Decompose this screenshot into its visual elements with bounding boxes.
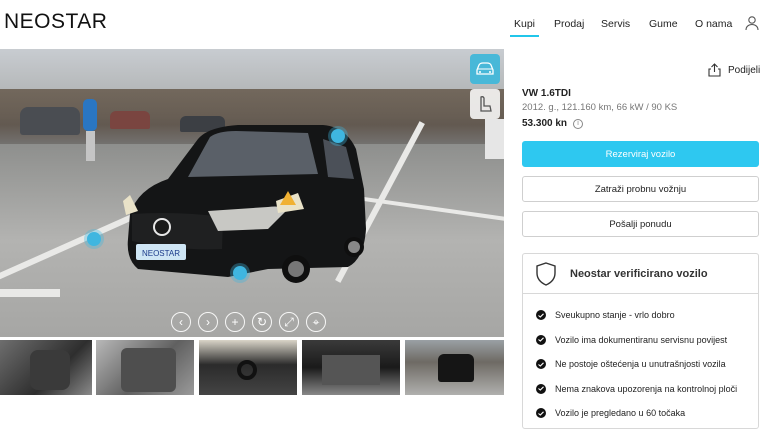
thumbnail-dashboard[interactable] (199, 340, 297, 395)
shield-icon (536, 261, 556, 286)
checklist-label: Vozilo je pregledano u 60 točaka (555, 408, 686, 419)
user-icon[interactable] (744, 15, 760, 31)
list-item: Sveukupno stanje - vrlo dobro (536, 303, 758, 328)
thumbnail-trunk[interactable] (302, 340, 400, 395)
hotspot-marker[interactable] (87, 232, 101, 246)
car-exterior-icon (476, 62, 494, 75)
share-label: Podijeli (728, 64, 761, 76)
list-item: Vozilo je pregledano u 60 točaka (536, 401, 758, 426)
check-icon (536, 408, 546, 419)
gallery-controls: ‹ › + ↻ ⤢ ⌖ (171, 312, 326, 332)
site-header: NEOSTAR Kupi Prodaj Servis Gume O nama (0, 0, 765, 48)
verified-header: Neostar verificirano vozilo (523, 254, 758, 294)
nav-item-servis[interactable]: Servis (601, 18, 630, 30)
nav-item-o-nama[interactable]: O nama (695, 18, 732, 30)
main-car-photo[interactable]: NEOSTAR ‹ › + ↻ ⤢ ⌖ (0, 49, 504, 337)
info-icon[interactable]: i (573, 118, 584, 129)
reserve-vehicle-button[interactable]: Rezerviraj vozilo (522, 141, 759, 167)
nav-item-kupi[interactable]: Kupi (509, 18, 540, 37)
thumbnail-interior-front[interactable] (0, 340, 92, 395)
license-plate-text: NEOSTAR (142, 249, 180, 258)
rotate-icon[interactable]: ↻ (252, 312, 272, 332)
request-test-drive-button[interactable]: Zatraži probnu vožnju (522, 176, 759, 202)
hotspot-marker[interactable] (233, 266, 247, 280)
verification-checklist: Sveukupno stanje - vrlo dobro Vozilo ima… (523, 294, 758, 426)
car-exterior-view-button[interactable] (470, 54, 500, 84)
check-icon (536, 334, 546, 345)
nav-item-gume[interactable]: Gume (649, 18, 678, 30)
location-icon[interactable]: ⌖ (306, 312, 326, 332)
plus-icon[interactable]: + (225, 312, 245, 332)
list-item: Vozilo ima dokumentiranu servisnu povije… (536, 328, 758, 353)
car-seat-icon (480, 96, 492, 112)
hotspot-marker[interactable] (331, 129, 345, 143)
share-button[interactable]: Podijeli (708, 63, 760, 77)
check-icon (536, 383, 546, 394)
check-icon (536, 359, 546, 370)
thumbnail-rear-seats[interactable] (96, 340, 194, 395)
checklist-label: Ne postoje oštećenja u unutrašnjosti voz… (555, 359, 726, 370)
chevron-left-icon[interactable]: ‹ (171, 312, 191, 332)
nav-item-prodaj[interactable]: Prodaj (554, 18, 584, 30)
list-item: Ne postoje oštećenja u unutrašnjosti voz… (536, 352, 758, 377)
verified-vehicle-card: Neostar verificirano vozilo Sveukupno st… (522, 253, 759, 429)
checklist-label: Nema znakova upozorenja na kontrolnoj pl… (555, 383, 738, 394)
price-value: 53.300 kn (522, 118, 568, 129)
listing-title: VW 1.6TDI (522, 88, 571, 99)
send-offer-button[interactable]: Pošalji ponudu (522, 211, 759, 237)
car-image: NEOSTAR (123, 125, 366, 283)
listing-price: 53.300 kn i (522, 118, 584, 129)
check-icon (536, 310, 546, 321)
list-item: Nema znakova upozorenja na kontrolnoj pl… (536, 377, 758, 402)
checklist-label: Vozilo ima dokumentiranu servisnu povije… (555, 334, 728, 345)
share-icon (708, 63, 721, 77)
listing-specs: 2012. g., 121.160 km, 66 kW / 90 KS (522, 102, 678, 113)
thumbnail-car-front[interactable] (405, 340, 504, 395)
checklist-label: Sveukupno stanje - vrlo dobro (555, 310, 675, 321)
verified-title: Neostar verificirano vozilo (570, 267, 708, 280)
warning-icon[interactable] (280, 191, 296, 205)
expand-icon[interactable]: ⤢ (279, 312, 299, 332)
thumbnail-strip (0, 340, 504, 395)
car-interior-view-button[interactable] (470, 89, 500, 119)
chevron-right-icon[interactable]: › (198, 312, 218, 332)
site-logo[interactable]: NEOSTAR (4, 10, 107, 34)
